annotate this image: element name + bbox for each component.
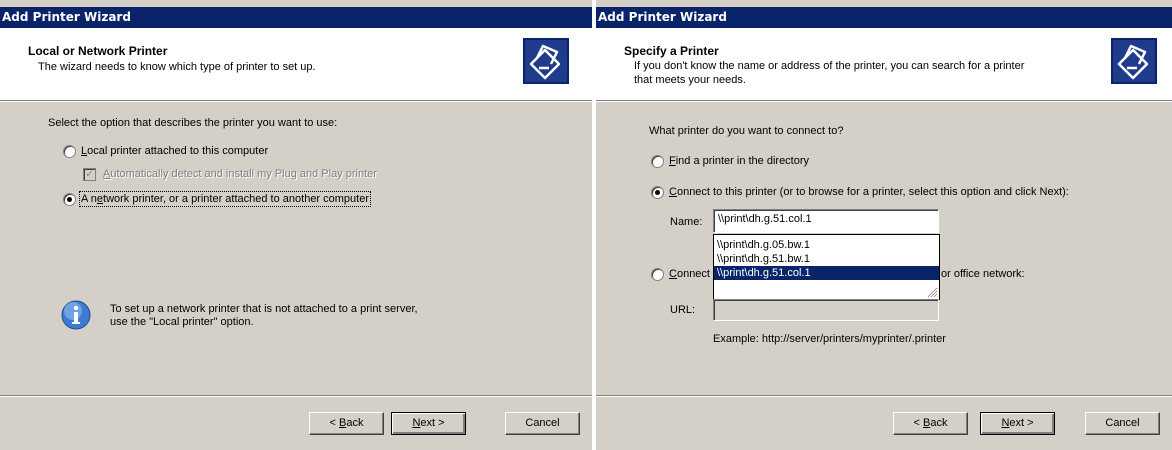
printer-name-autocomplete-list[interactable]: \\print\dh.g.05.bw.1 \\print\dh.g.51.bw.… [713, 234, 940, 300]
cancel-button[interactable]: Cancel [1085, 412, 1160, 435]
header-subtitle: The wizard needs to know which type of p… [38, 61, 316, 73]
divider [0, 101, 592, 102]
footer-divider [596, 395, 1172, 397]
connect-printer-radio[interactable] [651, 186, 664, 199]
autocomplete-item[interactable]: \\print\dh.g.51.bw.1 [714, 252, 939, 266]
wizard-window-specify-printer: Add Printer Wizard Specify a Printer If … [596, 0, 1172, 450]
header-subtitle-line-1: If you don't know the name or address of… [634, 60, 1025, 72]
connect-printer-label[interactable]: Connect to this printer (or to browse fo… [669, 186, 1069, 198]
back-button[interactable]: < Back [893, 412, 968, 435]
name-label: Name: [670, 216, 703, 228]
resize-grip-icon[interactable] [926, 286, 938, 298]
info-icon [61, 300, 91, 330]
printer-wizard-icon [1111, 38, 1157, 84]
network-printer-radio[interactable] [63, 193, 76, 206]
printer-wizard-icon [523, 38, 569, 84]
wizard-header: Specify a Printer If you don't know the … [596, 28, 1172, 101]
example-text: Example: http://server/printers/myprinte… [713, 333, 946, 345]
url-label: URL: [670, 304, 696, 316]
wizard-window-local-or-network: Add Printer Wizard Local or Network Prin… [0, 0, 592, 450]
autocomplete-item[interactable]: \\print\dh.g.05.bw.1 [714, 238, 939, 252]
footer-divider [0, 395, 592, 397]
local-printer-label[interactable]: Local printer attached to this computer [81, 145, 268, 157]
url-printer-label-tail: or office network: [941, 268, 1025, 280]
next-button[interactable]: Next > [980, 412, 1055, 435]
url-input[interactable] [713, 299, 939, 321]
autocomplete-item-selected[interactable]: \\print\dh.g.51.col.1 [714, 266, 939, 280]
prompt-text: What printer do you want to connect to? [649, 125, 844, 137]
local-printer-radio[interactable] [63, 145, 76, 158]
url-printer-label[interactable]: Connect [669, 268, 710, 280]
autodetect-checkbox[interactable]: ✓ [83, 168, 96, 181]
divider [596, 101, 1172, 102]
window-title: Add Printer Wizard [0, 7, 592, 28]
window-title: Add Printer Wizard [596, 7, 1172, 28]
header-title: Local or Network Printer [28, 44, 168, 58]
info-line-1: To set up a network printer that is not … [110, 303, 418, 315]
prompt-text: Select the option that describes the pri… [48, 117, 338, 129]
next-button[interactable]: Next > [391, 412, 466, 435]
header-subtitle-line-2: that meets your needs. [634, 74, 746, 86]
autodetect-label: Automatically detect and install my Plug… [103, 168, 377, 180]
network-printer-label[interactable]: A network printer, or a printer attached… [78, 191, 372, 207]
cancel-button[interactable]: Cancel [505, 412, 580, 435]
find-printer-label[interactable]: Find a printer in the directory [669, 155, 809, 167]
find-printer-radio[interactable] [651, 155, 664, 168]
info-line-2: use the "Local printer" option. [110, 316, 254, 328]
back-button[interactable]: < Back [309, 412, 384, 435]
printer-name-input[interactable]: \\print\dh.g.51.col.1 [713, 209, 939, 233]
url-printer-radio[interactable] [651, 268, 664, 281]
wizard-header: Local or Network Printer The wizard need… [0, 28, 592, 101]
header-title: Specify a Printer [624, 44, 719, 58]
